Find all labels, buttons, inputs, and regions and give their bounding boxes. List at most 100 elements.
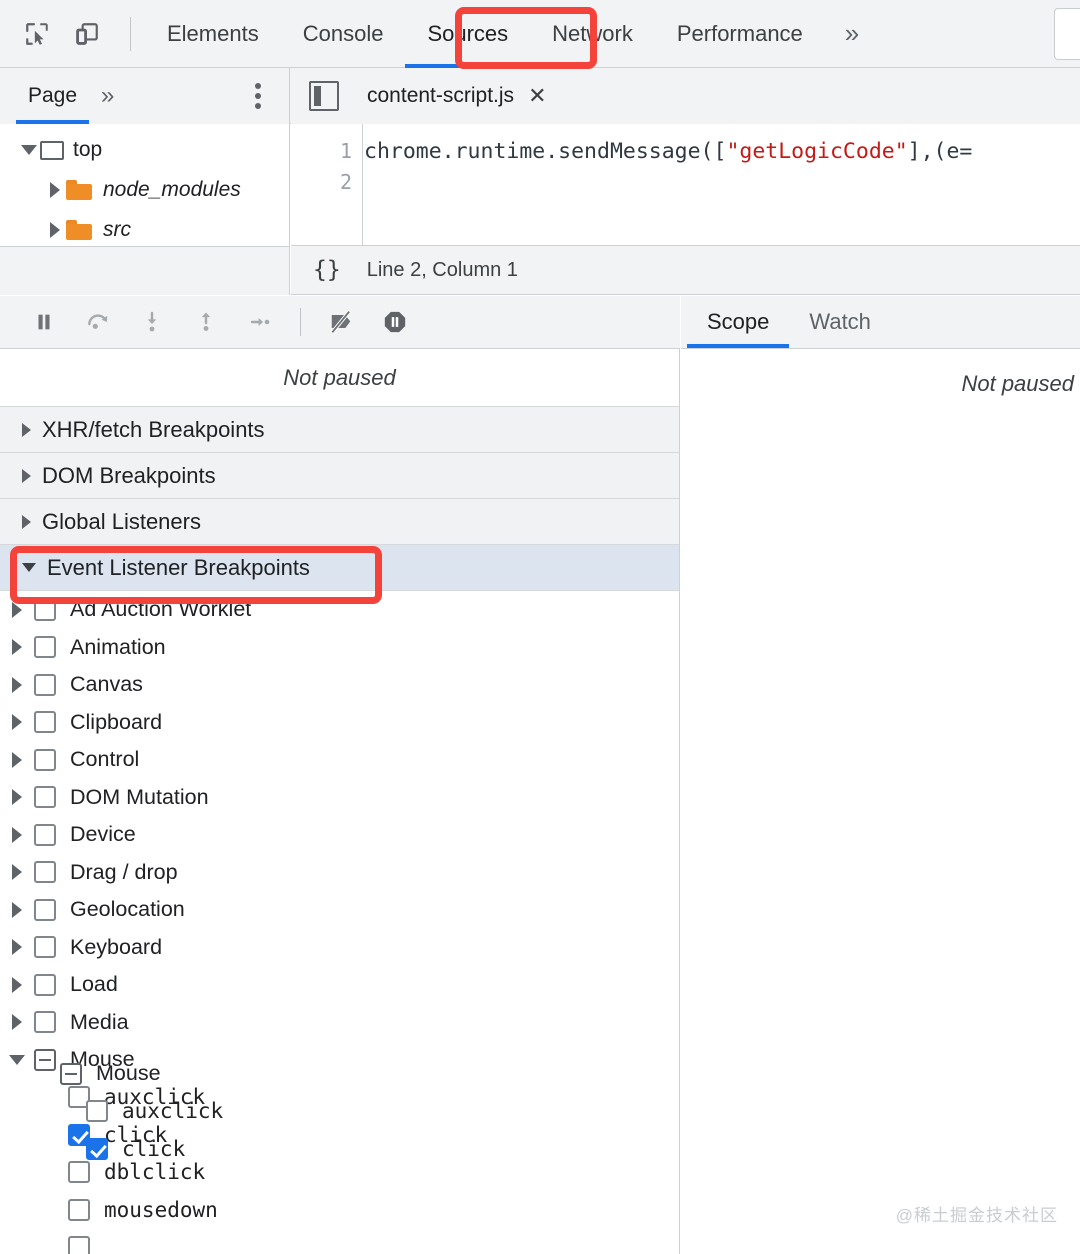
- chevron-down-icon[interactable]: [0, 1054, 34, 1065]
- step-out-of-current-function-icon[interactable]: [184, 300, 228, 344]
- chevron-right-icon[interactable]: [0, 939, 34, 956]
- tree-item-node-modules[interactable]: node_modules: [0, 170, 289, 210]
- event-category-checkbox[interactable]: [34, 898, 56, 921]
- event-category-control[interactable]: Control: [0, 741, 679, 779]
- show-navigator-icon[interactable]: [309, 81, 339, 111]
- section-global-listeners[interactable]: Global Listeners: [0, 499, 679, 545]
- chevron-right-icon[interactable]: [44, 222, 66, 238]
- event-category-checkbox[interactable]: [34, 748, 56, 771]
- section-event-listener-breakpoints-label: Event Listener Breakpoints: [47, 554, 310, 580]
- chevron-down-icon[interactable]: [18, 145, 40, 155]
- chevron-right-icon[interactable]: [0, 826, 34, 843]
- chevron-right-icon[interactable]: [0, 864, 34, 881]
- chevron-right-icon[interactable]: [0, 714, 34, 731]
- event-category-clipboard[interactable]: Clipboard: [0, 704, 679, 742]
- frame-icon: [40, 140, 64, 160]
- chevron-right-icon[interactable]: [0, 639, 34, 656]
- step-over-next-function-call-icon[interactable]: [76, 300, 120, 344]
- navigator-tab-page[interactable]: Page: [16, 68, 90, 124]
- event-category-drag-drop[interactable]: Drag / drop: [0, 854, 679, 892]
- navigator-tab-page-label: Page: [28, 84, 78, 107]
- chevron-right-icon: [22, 514, 31, 529]
- section-event-listener-breakpoints[interactable]: Event Listener Breakpoints: [0, 545, 679, 591]
- chevron-right-icon[interactable]: [0, 751, 34, 768]
- tab-watch[interactable]: Watch: [789, 295, 891, 348]
- call-stack-not-paused: Not paused: [0, 349, 679, 407]
- pause-script-execution-icon[interactable]: [22, 300, 66, 344]
- event-category-ad-auction-worklet[interactable]: Ad Auction Worklet: [0, 591, 679, 629]
- event-category-mouse-highlighted[interactable]: Mouse: [30, 1055, 240, 1093]
- event-item-checkbox[interactable]: [86, 1137, 108, 1160]
- event-category-keyboard[interactable]: Keyboard: [0, 929, 679, 967]
- chevron-right-icon[interactable]: [0, 976, 34, 993]
- event-category-label: Mouse: [96, 1061, 161, 1086]
- tab-sources[interactable]: Sources: [405, 0, 531, 68]
- event-category-dom-mutation[interactable]: DOM Mutation: [0, 779, 679, 817]
- section-dom-breakpoints[interactable]: DOM Breakpoints: [0, 453, 679, 499]
- event-category-label: Load: [70, 972, 118, 997]
- event-category-media[interactable]: Media: [0, 1004, 679, 1042]
- chevron-right-icon: [22, 468, 31, 483]
- close-icon[interactable]: ✕: [528, 83, 546, 109]
- event-category-checkbox[interactable]: [34, 711, 56, 734]
- event-item-partial[interactable]: [0, 1229, 679, 1254]
- code-editor[interactable]: 1 2 chrome.runtime.sendMessage(["getLogi…: [291, 124, 1080, 245]
- event-category-checkbox[interactable]: [34, 598, 56, 621]
- event-category-checkbox[interactable]: [34, 636, 56, 659]
- chevron-right-icon[interactable]: [0, 676, 34, 693]
- folder-icon: [66, 180, 92, 200]
- more-options-icon[interactable]: [255, 83, 261, 109]
- event-category-canvas[interactable]: Canvas: [0, 666, 679, 704]
- event-category-checkbox[interactable]: [34, 936, 56, 959]
- device-toolbar-icon[interactable]: [70, 17, 104, 51]
- navigator-more-chevron-icon[interactable]: »: [101, 82, 114, 110]
- tab-network[interactable]: Network: [530, 0, 655, 68]
- scope-not-paused: Not paused: [961, 371, 1074, 396]
- chevron-right-icon[interactable]: [44, 182, 66, 198]
- tab-console[interactable]: Console: [281, 0, 406, 68]
- tab-sources-label: Sources: [427, 20, 509, 46]
- event-category-geolocation[interactable]: Geolocation: [0, 891, 679, 929]
- tab-elements[interactable]: Elements: [145, 0, 281, 68]
- toolbar-overflow-button[interactable]: [1054, 8, 1080, 60]
- more-tabs-chevron-icon[interactable]: »: [825, 0, 879, 68]
- tab-performance[interactable]: Performance: [655, 0, 825, 68]
- event-category-label: Canvas: [70, 672, 143, 697]
- chevron-right-icon[interactable]: [0, 601, 34, 618]
- tree-item-src[interactable]: src: [0, 210, 289, 250]
- event-item-checkbox[interactable]: [86, 1100, 108, 1123]
- deactivate-breakpoints-icon[interactable]: [319, 300, 363, 344]
- event-category-checkbox[interactable]: [34, 1011, 56, 1034]
- tab-scope[interactable]: Scope: [687, 295, 790, 348]
- chevron-right-icon[interactable]: [0, 789, 34, 806]
- chevron-right-icon[interactable]: [0, 901, 34, 918]
- event-item-auxclick-highlighted[interactable]: auxclick: [30, 1093, 240, 1131]
- event-category-checkbox[interactable]: [34, 673, 56, 696]
- event-item-checkbox[interactable]: [68, 1198, 90, 1221]
- event-item-checkbox[interactable]: [68, 1236, 90, 1254]
- cursor-position-label: Line 2, Column 1: [366, 258, 518, 281]
- event-category-checkbox[interactable]: [34, 861, 56, 884]
- inspect-element-icon[interactable]: [20, 17, 54, 51]
- pretty-print-icon[interactable]: {}: [313, 257, 341, 283]
- step-into-next-function-call-icon[interactable]: [130, 300, 174, 344]
- event-category-checkbox[interactable]: [34, 786, 56, 809]
- event-category-checkbox[interactable]: [34, 973, 56, 996]
- event-item-mousedown[interactable]: mousedown: [0, 1191, 679, 1229]
- more-tabs-label: »: [844, 18, 860, 48]
- pause-on-exceptions-icon[interactable]: [373, 300, 417, 344]
- event-category-checkbox[interactable]: [60, 1062, 82, 1085]
- event-item-click-highlighted[interactable]: click: [30, 1130, 240, 1168]
- event-item-label: auxclick: [122, 1099, 224, 1124]
- section-xhr-fetch-breakpoints[interactable]: XHR/fetch Breakpoints: [0, 407, 679, 453]
- event-category-load[interactable]: Load: [0, 966, 679, 1004]
- editor-tab-content-script[interactable]: content-script.js ✕: [367, 68, 547, 124]
- event-category-label: Clipboard: [70, 709, 163, 734]
- tree-item-top[interactable]: top: [0, 130, 289, 170]
- chevron-right-icon[interactable]: [0, 1014, 34, 1031]
- event-category-checkbox[interactable]: [34, 823, 56, 846]
- code-content[interactable]: chrome.runtime.sendMessage(["getLogicCod…: [364, 136, 1080, 167]
- event-category-animation[interactable]: Animation: [0, 629, 679, 667]
- step-icon[interactable]: [238, 300, 282, 344]
- event-category-device[interactable]: Device: [0, 816, 679, 854]
